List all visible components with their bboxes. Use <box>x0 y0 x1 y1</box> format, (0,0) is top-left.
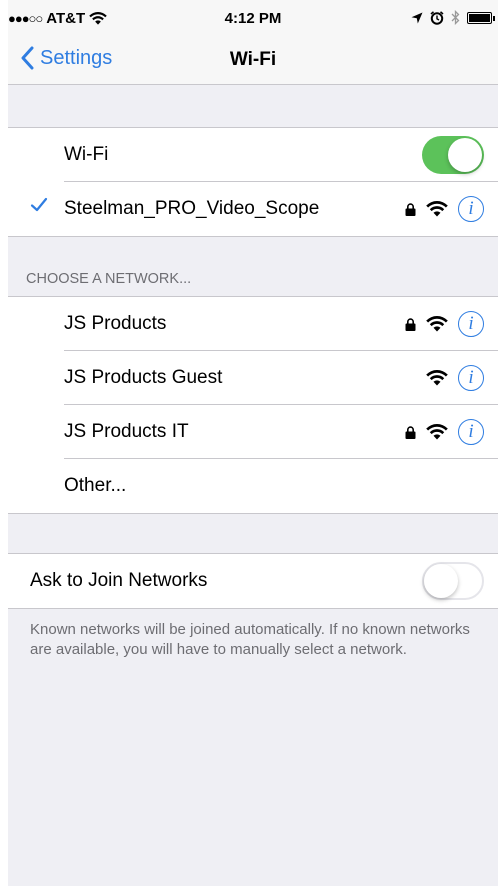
network-name: JS Products <box>64 313 167 334</box>
ask-to-join-row: Ask to Join Networks <box>8 554 498 608</box>
bluetooth-icon <box>451 10 460 25</box>
checkmark-icon <box>30 197 48 212</box>
status-bar: ●●●○○ AT&T 4:12 PM <box>8 0 498 38</box>
network-name: JS Products Guest <box>64 367 223 388</box>
page-title: Wi-Fi <box>229 49 277 70</box>
section-header-choose-network: CHOOSE A NETWORK... <box>26 271 192 287</box>
lock-icon <box>405 425 416 439</box>
status-right <box>411 10 495 25</box>
wifi-signal-icon <box>426 316 448 332</box>
connected-network-row[interactable]: Steelman_PRO_Video_Scope i <box>8 182 498 236</box>
wifi-label: Wi-Fi <box>64 144 109 165</box>
lock-icon <box>405 202 416 216</box>
network-row[interactable]: JS Products Guest i <box>8 351 498 405</box>
other-network-row[interactable]: Other... <box>8 459 498 513</box>
ask-to-join-toggle[interactable] <box>422 562 484 600</box>
info-button[interactable]: i <box>458 365 484 391</box>
toggle-knob <box>424 564 458 598</box>
networks-group: JS Products i JS Products Guest i JS Pro… <box>8 296 498 514</box>
network-name: JS Products IT <box>64 421 189 442</box>
alarm-icon <box>430 10 444 25</box>
network-row[interactable]: JS Products i <box>8 297 498 351</box>
wifi-toggle[interactable] <box>422 136 484 174</box>
wifi-signal-icon <box>426 370 448 386</box>
info-button[interactable]: i <box>458 311 484 337</box>
battery-icon <box>467 11 495 24</box>
wifi-toggle-row: Wi-Fi <box>8 128 498 182</box>
ask-to-join-group: Ask to Join Networks <box>8 553 498 609</box>
info-button[interactable]: i <box>458 196 484 222</box>
other-network-label: Other... <box>64 475 127 496</box>
info-button[interactable]: i <box>458 419 484 445</box>
wifi-settings-screen: ●●●○○ AT&T 4:12 PM Settings Wi-Fi Wi-Fi … <box>8 0 498 886</box>
ask-to-join-label: Ask to Join Networks <box>30 570 208 591</box>
connected-network-name: Steelman_PRO_Video_Scope <box>64 198 320 219</box>
wifi-signal-icon <box>426 424 448 440</box>
wifi-signal-icon <box>426 201 448 217</box>
lock-icon <box>405 317 416 331</box>
location-icon <box>411 12 423 23</box>
toggle-knob <box>448 138 482 172</box>
wifi-group: Wi-Fi Steelman_PRO_Video_Scope i <box>8 127 498 237</box>
navigation-bar: Settings Wi-Fi <box>8 38 498 85</box>
network-row[interactable]: JS Products IT i <box>8 405 498 459</box>
ask-to-join-footer: Known networks will be joined automatica… <box>30 621 470 658</box>
